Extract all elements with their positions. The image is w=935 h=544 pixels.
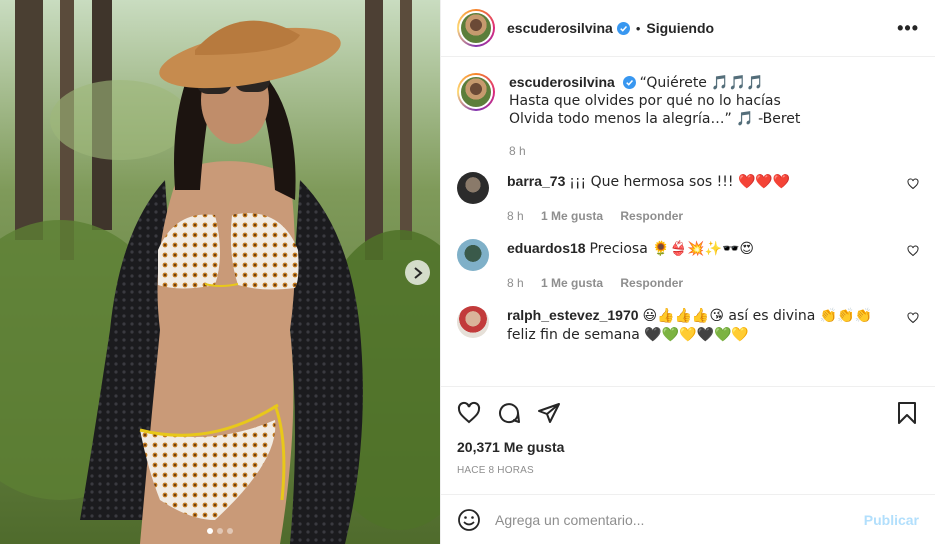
comment-avatar[interactable] [457, 239, 489, 271]
header-separator: • [635, 20, 641, 36]
heart-outline-icon[interactable] [907, 312, 919, 324]
verified-badge-icon [622, 76, 636, 89]
post-sidebar: escuderosilvina • Siguiendo ••• escudero… [440, 0, 935, 544]
comment-composer: Publicar [441, 494, 935, 544]
more-options-icon[interactable]: ••• [897, 18, 919, 39]
comment-avatar[interactable] [457, 306, 489, 338]
author-username[interactable]: escuderosilvina [507, 20, 613, 36]
following-button[interactable]: Siguiendo [646, 20, 714, 36]
like-heart-icon[interactable] [457, 401, 481, 425]
caption-timestamp: 8 h [509, 144, 526, 158]
heart-outline-icon[interactable] [907, 245, 919, 257]
caption-username[interactable]: escuderosilvina [509, 74, 615, 90]
carousel-dot [207, 528, 213, 534]
comment-item: ralph_estevez_1970 😃👍👍👍😘 así es divina 👏… [457, 306, 919, 344]
carousel-dot [217, 528, 223, 534]
author-avatar[interactable] [457, 9, 495, 47]
post-header: escuderosilvina • Siguiendo ••• [441, 0, 935, 57]
comment-item: eduardos18 Preciosa 🌻👙💥✨🕶️😍 8 h 1 Me gus… [457, 239, 919, 292]
carousel-indicator [0, 528, 440, 534]
carousel-dot [227, 528, 233, 534]
comment-text: Preciosa 🌻👙💥✨🕶️😍 [589, 241, 754, 257]
post-photo[interactable] [0, 0, 440, 544]
caption-line: “Quiérete 🎵🎵🎵 [639, 75, 764, 91]
photo-image [0, 0, 440, 544]
post-time-ago: Hace 8 horas [457, 465, 534, 476]
post-caption: escuderosilvina “Quiérete 🎵🎵🎵 Hasta que … [457, 73, 919, 128]
bookmark-icon[interactable] [895, 401, 919, 425]
comment-item: barra_73 ¡¡¡ Que hermosa sos !!! ❤️❤️❤️ … [457, 172, 919, 225]
comments-section: escuderosilvina “Quiérete 🎵🎵🎵 Hasta que … [441, 57, 935, 386]
comment-username[interactable]: ralph_estevez_1970 [507, 307, 639, 323]
comment-time: 8 h [507, 209, 524, 223]
comment-likes[interactable]: 1 Me gusta [541, 276, 603, 290]
caption-line: Hasta que olvides por qué no lo hacías [509, 93, 781, 109]
next-slide-button[interactable] [405, 260, 430, 285]
reply-button[interactable]: Responder [620, 209, 683, 223]
post-actions: 20,371 Me gusta Hace 8 horas [441, 386, 935, 494]
caption-line: Olvida todo menos la alegría…” 🎵 -Beret [509, 111, 801, 127]
emoji-smile-icon[interactable] [457, 508, 481, 532]
instagram-post: escuderosilvina • Siguiendo ••• escudero… [0, 0, 935, 544]
caption-avatar[interactable] [457, 73, 495, 111]
comment-input[interactable] [495, 511, 864, 528]
heart-outline-icon[interactable] [907, 178, 919, 190]
comment-time: 8 h [507, 276, 524, 290]
comment-avatar[interactable] [457, 172, 489, 204]
comment-text: ¡¡¡ Que hermosa sos !!! ❤️❤️❤️ [569, 174, 791, 190]
comment-username[interactable]: barra_73 [507, 173, 565, 189]
comment-username[interactable]: eduardos18 [507, 240, 586, 256]
verified-badge-icon [616, 21, 630, 35]
comment-bubble-icon[interactable] [497, 401, 521, 425]
share-paper-plane-icon[interactable] [537, 401, 561, 425]
comment-likes[interactable]: 1 Me gusta [541, 209, 603, 223]
reply-button[interactable]: Responder [620, 276, 683, 290]
chevron-right-icon [413, 266, 423, 279]
likes-count[interactable]: 20,371 Me gusta [457, 439, 919, 455]
publish-button[interactable]: Publicar [864, 512, 919, 528]
